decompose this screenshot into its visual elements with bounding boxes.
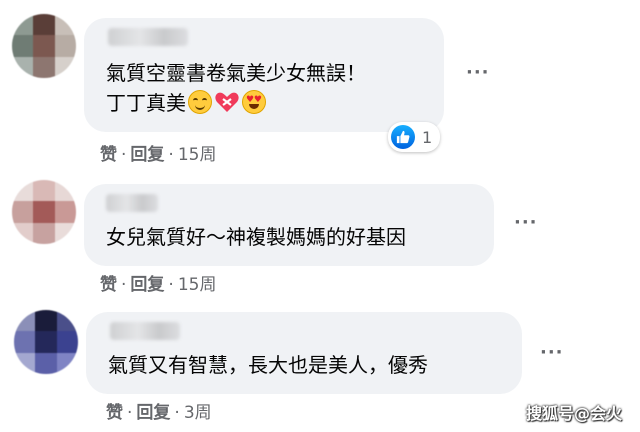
commenter-name-blurred	[108, 28, 188, 46]
avatar[interactable]	[12, 180, 76, 244]
avatar[interactable]	[14, 310, 78, 374]
like-reaction-icon	[391, 125, 415, 149]
more-options-icon[interactable]: ···	[514, 212, 538, 233]
separator: ·	[121, 145, 127, 165]
like-button[interactable]: 赞	[100, 275, 117, 295]
comment-actions: 赞 · 回复 · 15周	[100, 140, 216, 165]
comment-time[interactable]: 15周	[178, 275, 217, 295]
comment-bubble: 女兒氣質好～神複製媽媽的好基因	[84, 184, 494, 266]
reply-button[interactable]: 回复	[136, 403, 170, 423]
comment-bubble: 氣質空靈書卷氣美少女無誤！ 丁丁真美 ♥ ♥	[84, 18, 444, 132]
comment-text: 氣質又有智慧，長大也是美人，優秀	[108, 353, 428, 377]
comment-actions: 赞 · 回复 · 15周	[100, 270, 216, 295]
watermark: 搜狐号@会火	[525, 404, 622, 423]
heart-eyes-icon: ♥ ♥	[242, 90, 266, 114]
separator: ·	[127, 403, 133, 423]
separator: ·	[168, 275, 174, 295]
comment-text: 氣質空靈書卷氣美少女無誤！ 丁丁真美 ♥ ♥	[106, 58, 366, 118]
comment-actions: 赞 · 回复 · 3周	[106, 398, 212, 423]
comment-text: 女兒氣質好～神複製媽媽的好基因	[106, 225, 406, 249]
separator: ·	[168, 145, 174, 165]
comment-text-line1: 氣質空靈書卷氣美少女無誤！	[106, 61, 366, 85]
separator: ·	[121, 275, 127, 295]
comment-bubble: 氣質又有智慧，長大也是美人，優秀	[86, 312, 522, 394]
commenter-name-blurred	[110, 322, 180, 340]
comment-time[interactable]: 3周	[184, 403, 212, 423]
reaction-summary[interactable]: 1	[388, 122, 441, 152]
smiling-face-icon	[188, 90, 212, 114]
like-button[interactable]: 赞	[106, 403, 123, 423]
reply-button[interactable]: 回复	[130, 145, 164, 165]
reply-button[interactable]: 回复	[130, 275, 164, 295]
more-options-icon[interactable]: ···	[466, 62, 490, 83]
comment-text-line2: 丁丁真美	[106, 91, 186, 115]
separator: ·	[174, 403, 180, 423]
comment-time[interactable]: 15周	[178, 145, 217, 165]
more-options-icon[interactable]: ···	[540, 342, 564, 363]
commenter-name-blurred	[106, 194, 158, 212]
avatar[interactable]	[12, 14, 76, 78]
mending-heart-icon	[214, 90, 240, 112]
reaction-count: 1	[422, 127, 433, 147]
like-button[interactable]: 赞	[100, 145, 117, 165]
